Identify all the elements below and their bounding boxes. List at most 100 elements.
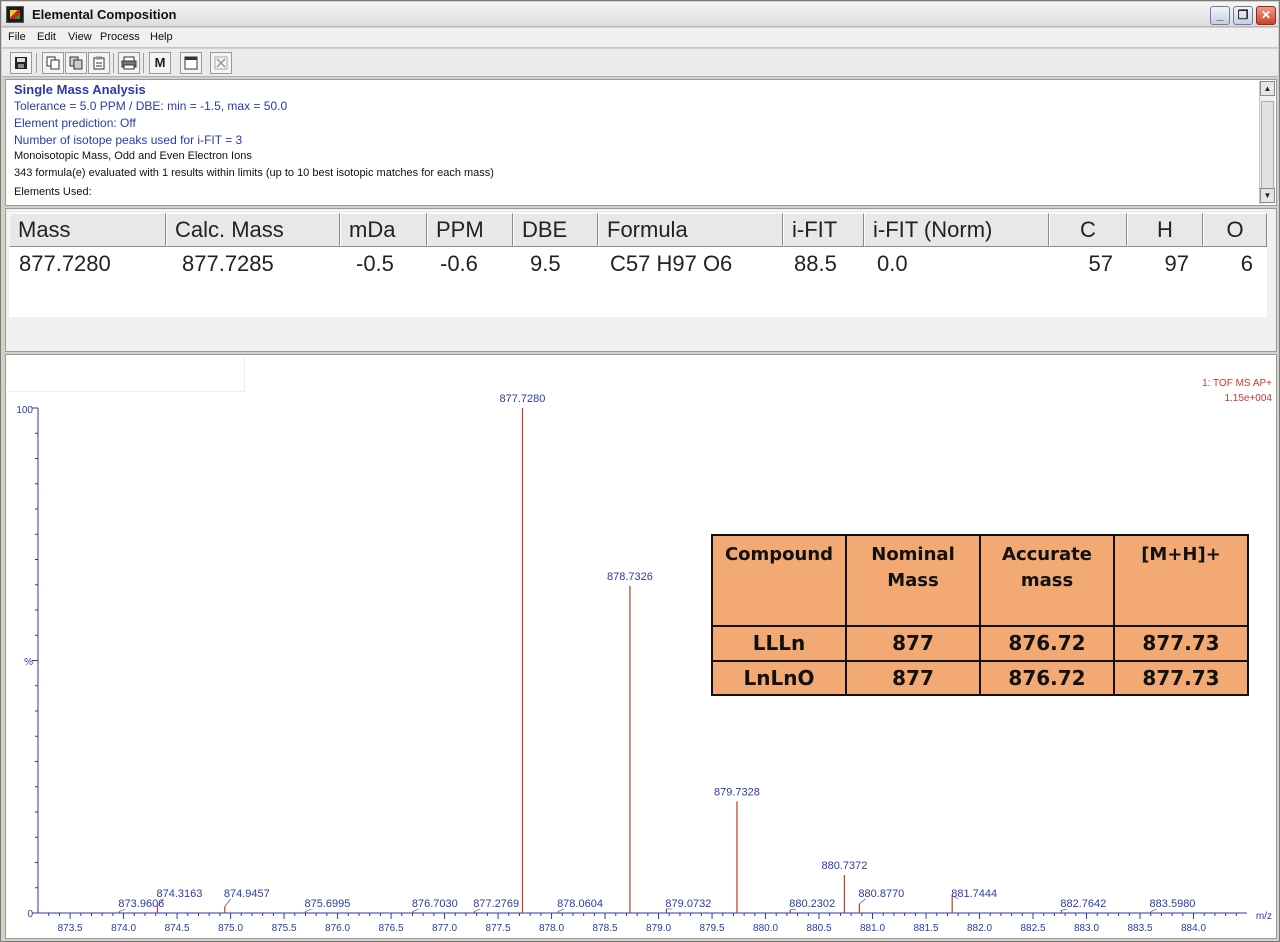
peak-label: 878.0604 [557, 898, 603, 910]
ref-cell-accurate: 876.72 [979, 625, 1115, 662]
cell-ppm[interactable]: -0.6 [430, 251, 513, 281]
menu-view[interactable]: View [68, 31, 92, 43]
col-header-dbe[interactable]: DBE [513, 213, 598, 247]
print-icon[interactable] [118, 52, 140, 74]
col-header-mda[interactable]: mDa [340, 213, 427, 247]
peak-label: 881.7444 [951, 888, 997, 900]
peak-label: 877.7280 [500, 393, 546, 405]
ref-cell-nominal: 877 [845, 659, 981, 697]
ref-cell-compound: LnLnO [711, 659, 847, 697]
x-tick-label: 882.5 [1021, 923, 1046, 934]
peak-label: 876.7030 [412, 898, 458, 910]
close-button[interactable]: ✕ [1256, 6, 1276, 25]
peak-label: 874.3163 [156, 888, 202, 900]
menu-file[interactable]: File [8, 31, 26, 43]
toolbar: M [2, 49, 1278, 77]
elements-used-text: Elements Used: [14, 186, 92, 198]
cell-o[interactable]: 6 [1203, 251, 1267, 281]
col-header-h[interactable]: H [1127, 213, 1203, 247]
x-tick-label: 879.0 [646, 923, 671, 934]
peak-label: 883.5980 [1150, 898, 1196, 910]
menu-help[interactable]: Help [150, 31, 173, 43]
close-x-icon[interactable] [210, 52, 232, 74]
peak-label: 879.0732 [665, 898, 711, 910]
toolbar-separator [113, 53, 114, 73]
ref-header-compound: Compound [711, 533, 847, 628]
x-axis-unit: m/z [1256, 911, 1272, 922]
analysis-title: Single Mass Analysis [14, 82, 146, 97]
x-tick-label: 884.0 [1181, 923, 1206, 934]
x-tick-label: 874.5 [165, 923, 190, 934]
cell-mass[interactable]: 877.7280 [9, 251, 166, 281]
x-tick-label: 879.5 [700, 923, 725, 934]
window-icon[interactable] [180, 52, 202, 74]
x-tick-label: 875.0 [218, 923, 243, 934]
instrument-label: 1: TOF MS AP+ [1202, 378, 1272, 389]
ref-cell-mh: 877.73 [1113, 625, 1249, 662]
info-scrollbar[interactable]: ▲ ▼ [1259, 81, 1275, 204]
toolbar-separator [36, 53, 37, 73]
ref-header-accurate-mass: Accurate mass [979, 533, 1115, 628]
peak-label: 880.2302 [789, 898, 835, 910]
col-header-ifit[interactable]: i-FIT [783, 213, 864, 247]
cell-mda[interactable]: -0.5 [346, 251, 427, 281]
x-tick-label: 876.0 [325, 923, 350, 934]
cell-c[interactable]: 57 [1049, 251, 1127, 281]
x-tick-label: 876.5 [379, 923, 404, 934]
y-label-0: 0 [27, 909, 33, 920]
toolbar-separator [143, 53, 144, 73]
reference-row: LLLn 877 876.72 877.73 [711, 625, 1249, 662]
menu-edit[interactable]: Edit [37, 31, 56, 43]
results-table: Mass Calc. Mass mDa PPM DBE Formula i-FI… [5, 208, 1277, 352]
minimize-button[interactable]: _ [1210, 6, 1230, 25]
menu-process[interactable]: Process [100, 31, 140, 43]
col-header-ifit-norm[interactable]: i-FIT (Norm) [864, 213, 1049, 247]
x-tick-label: 877.0 [432, 923, 457, 934]
col-header-ppm[interactable]: PPM [427, 213, 513, 247]
save-icon[interactable] [10, 52, 32, 74]
col-header-formula[interactable]: Formula [598, 213, 783, 247]
scroll-down-icon[interactable]: ▼ [1260, 188, 1275, 203]
app-icon [6, 6, 24, 23]
peak-label: 878.7326 [607, 571, 653, 583]
analysis-info-panel: Single Mass Analysis Tolerance = 5.0 PPM… [5, 79, 1277, 206]
cell-ifit[interactable]: 88.5 [784, 251, 864, 281]
cell-formula[interactable]: C57 H97 O6 [600, 251, 783, 281]
isotope-peaks-text: Number of isotope peaks used for i-FIT =… [14, 133, 243, 147]
peak-label: 880.8770 [858, 888, 904, 900]
title-bar[interactable]: Elemental Composition _ ❐ ✕ [2, 2, 1278, 27]
x-tick-label: 883.0 [1074, 923, 1099, 934]
x-tick-label: 878.5 [593, 923, 618, 934]
x-tick-label: 880.5 [807, 923, 832, 934]
element-prediction-text: Element prediction: Off [14, 116, 136, 130]
peak-label: 877.2769 [473, 898, 519, 910]
reference-row: LnLnO 877 876.72 877.73 [711, 659, 1249, 697]
restore-button[interactable]: ❐ [1233, 6, 1253, 25]
menu-bar: File Edit View Process Help [2, 28, 1278, 48]
peak-label-leader [224, 898, 232, 907]
peak-label: 882.7642 [1060, 898, 1106, 910]
cell-dbe[interactable]: 9.5 [520, 251, 598, 281]
paste-icon[interactable] [88, 52, 110, 74]
col-header-calc-mass[interactable]: Calc. Mass [166, 213, 340, 247]
cell-h[interactable]: 97 [1127, 251, 1203, 281]
col-header-mass[interactable]: Mass [9, 213, 166, 247]
ref-header-mh: [M+H]+ [1113, 533, 1249, 628]
intensity-label: 1.15e+004 [1224, 393, 1272, 404]
cell-ifit-norm[interactable]: 0.0 [867, 251, 1049, 281]
scroll-up-icon[interactable]: ▲ [1260, 81, 1275, 96]
scroll-thumb[interactable] [1261, 101, 1274, 189]
x-tick-label: 883.5 [1127, 923, 1152, 934]
m-icon[interactable]: M [149, 52, 171, 74]
ref-header-nominal-mass: Nominal Mass [845, 533, 981, 628]
peak-label: 874.9457 [224, 888, 270, 900]
copy-icon-2[interactable] [65, 52, 87, 74]
copy-icon[interactable] [42, 52, 64, 74]
ref-cell-accurate: 876.72 [979, 659, 1115, 697]
cell-calc-mass[interactable]: 877.7285 [172, 251, 340, 281]
tolerance-text: Tolerance = 5.0 PPM / DBE: min = -1.5, m… [14, 99, 288, 113]
col-header-c[interactable]: C [1049, 213, 1127, 247]
window-title: Elemental Composition [32, 7, 177, 22]
x-tick-label: 881.0 [860, 923, 885, 934]
col-header-o[interactable]: O [1203, 213, 1267, 247]
